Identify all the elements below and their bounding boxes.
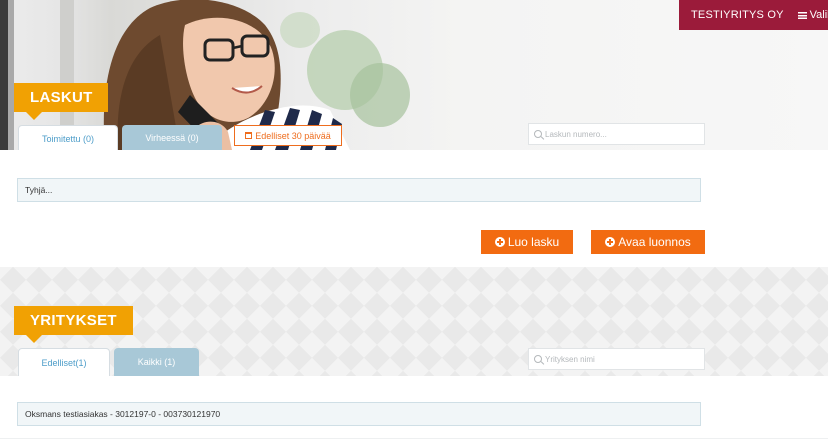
plus-circle-icon (494, 237, 505, 247)
laskun-numero-input[interactable] (545, 129, 695, 139)
laskut-list-item[interactable]: Tyhjä... (17, 178, 701, 202)
tab-toimitettu[interactable]: Toimitettu (0) (18, 125, 118, 150)
tab-edelliset-30-paivaa[interactable]: Edelliset 30 päivää (234, 125, 342, 146)
tab-virheessa-label: Virheessä (0) (145, 133, 199, 143)
luo-lasku-label: Luo lasku (507, 235, 560, 249)
tab-kaikki-label: Kaikki (1) (137, 357, 176, 367)
laskut-section-title: LASKUT (14, 83, 108, 120)
hamburger-icon (797, 11, 807, 19)
divider (0, 438, 828, 439)
yritykset-list-item[interactable]: Oksmans testiasiakas - 3012197-0 - 00373… (17, 402, 701, 426)
plus-circle-icon (605, 237, 616, 247)
yritykset-title-text: YRITYKSET (30, 312, 117, 329)
yrityksen-nimi-input[interactable] (545, 354, 695, 364)
laskun-numero-search[interactable] (528, 123, 705, 145)
company-name: TESTIYRITYS OY (691, 9, 784, 21)
hero-banner: TESTIYRITYS OY Valik LASKUT Toimitettu (… (0, 0, 828, 150)
yritykset-banner: YRITYKSET Edelliset(1) Kaikki (1) (0, 267, 828, 376)
search-icon (534, 130, 542, 138)
tab-edelliset-label: Edelliset(1) (41, 357, 87, 368)
yritykset-section-title: YRITYKSET (14, 306, 133, 343)
yritykset-list-item-text: Oksmans testiasiakas - 3012197-0 - 00373… (25, 409, 221, 419)
avaa-luonnos-button[interactable]: Avaa luonnos (591, 230, 705, 254)
avaa-luonnos-label: Avaa luonnos (618, 235, 691, 249)
search-icon (534, 355, 542, 363)
yrityksen-nimi-search[interactable] (528, 348, 705, 370)
laskut-title-text: LASKUT (30, 89, 93, 106)
tab-edelliset-30-paivaa-label: Edelliset 30 päivää (255, 130, 331, 141)
tab-toimitettu-label: Toimitettu (0) (41, 133, 94, 144)
tab-edelliset[interactable]: Edelliset(1) (18, 348, 110, 376)
laskut-list-item-text: Tyhjä... (25, 185, 53, 195)
luo-lasku-button[interactable]: Luo lasku (481, 230, 573, 254)
tab-kaikki[interactable]: Kaikki (1) (114, 348, 199, 376)
menu-button[interactable]: Valik (797, 9, 828, 21)
tab-virheessa[interactable]: Virheessä (0) (122, 125, 222, 150)
company-bar: TESTIYRITYS OY Valik (679, 0, 828, 30)
calendar-icon (245, 132, 253, 139)
menu-label: Valik (809, 9, 828, 21)
